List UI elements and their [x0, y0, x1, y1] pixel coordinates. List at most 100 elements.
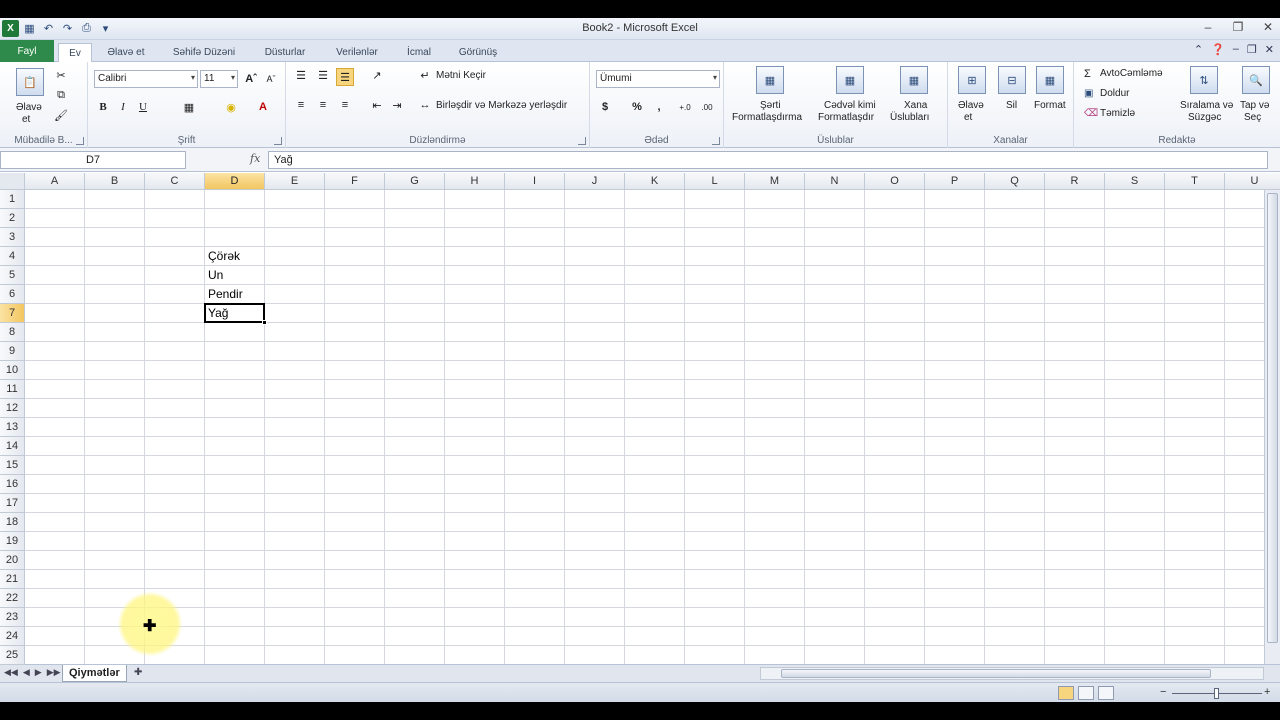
align-middle-icon[interactable]: ☰: [314, 66, 332, 84]
paste-icon[interactable]: 📋: [16, 68, 44, 96]
prev-sheet-icon[interactable]: ◀: [23, 667, 30, 678]
doc-restore-icon[interactable]: ❐: [1247, 43, 1257, 56]
row-header-5[interactable]: 5: [0, 266, 25, 285]
next-sheet-icon[interactable]: ▶: [35, 667, 42, 678]
conditional-formatting-label-1[interactable]: Şərti: [760, 100, 781, 111]
underline-button[interactable]: U: [134, 98, 152, 116]
row-header-22[interactable]: 22: [0, 589, 25, 608]
row-header-9[interactable]: 9: [0, 342, 25, 361]
column-header-d[interactable]: D: [205, 173, 265, 190]
column-header-q[interactable]: Q: [985, 173, 1045, 190]
format-cells-button[interactable]: Format: [1034, 100, 1066, 111]
row-header-11[interactable]: 11: [0, 380, 25, 399]
column-header-o[interactable]: O: [865, 173, 925, 190]
merge-center-button[interactable]: Birləşdir və Mərkəzə yerləşdir: [436, 100, 567, 111]
insert-cells-label-2[interactable]: et: [964, 112, 972, 123]
column-header-i[interactable]: I: [505, 173, 565, 190]
wrap-text-button[interactable]: Mətni Keçir: [436, 70, 486, 81]
cut-icon[interactable]: ✂: [52, 66, 70, 84]
close-icon[interactable]: ✕: [1260, 20, 1276, 34]
vertical-scroll-thumb[interactable]: [1267, 193, 1278, 643]
row-header-15[interactable]: 15: [0, 456, 25, 475]
conditional-formatting-icon[interactable]: ▦: [756, 66, 784, 94]
page-layout-view-icon[interactable]: [1078, 686, 1094, 700]
select-all-button[interactable]: [0, 173, 25, 190]
row-header-23[interactable]: 23: [0, 608, 25, 627]
percent-button[interactable]: %: [628, 98, 646, 116]
shrink-font-icon[interactable]: Aˇ: [262, 70, 280, 88]
row-header-20[interactable]: 20: [0, 551, 25, 570]
bold-button[interactable]: B: [94, 98, 112, 116]
column-header-b[interactable]: B: [85, 173, 145, 190]
row-header-16[interactable]: 16: [0, 475, 25, 494]
tab-review[interactable]: İcmal: [398, 43, 440, 62]
increase-indent-icon[interactable]: ⇥: [388, 96, 406, 114]
sort-filter-label-2[interactable]: Süzgəc: [1188, 112, 1221, 123]
column-header-h[interactable]: H: [445, 173, 505, 190]
borders-icon[interactable]: ▦: [180, 98, 198, 116]
formula-input[interactable]: Yağ: [268, 151, 1268, 169]
name-box[interactable]: D7: [0, 151, 186, 169]
format-as-table-label-1[interactable]: Cədvəl kimi: [824, 100, 876, 111]
sort-filter-label-1[interactable]: Sıralama və: [1180, 100, 1233, 111]
restore-icon[interactable]: ❐: [1230, 20, 1246, 34]
column-header-e[interactable]: E: [265, 173, 325, 190]
column-header-m[interactable]: M: [745, 173, 805, 190]
row-header-6[interactable]: 6: [0, 285, 25, 304]
find-select-label-1[interactable]: Tap və: [1240, 100, 1269, 111]
number-format-select[interactable]: Ümumi ▾: [596, 70, 720, 88]
row-header-25[interactable]: 25: [0, 646, 25, 665]
help-icon[interactable]: ❓: [1211, 43, 1225, 56]
column-header-n[interactable]: N: [805, 173, 865, 190]
font-size-select[interactable]: 11 ▾: [200, 70, 238, 88]
italic-button[interactable]: I: [114, 98, 132, 116]
row-header-13[interactable]: 13: [0, 418, 25, 437]
first-sheet-icon[interactable]: ◀◀: [4, 667, 18, 678]
doc-close-icon[interactable]: ✕: [1265, 43, 1274, 56]
find-icon[interactable]: 🔍: [1242, 66, 1270, 94]
increase-decimal-icon[interactable]: +.0: [676, 98, 694, 116]
decrease-indent-icon[interactable]: ⇤: [368, 96, 386, 114]
delete-cells-button[interactable]: Sil: [1006, 100, 1017, 111]
row-header-8[interactable]: 8: [0, 323, 25, 342]
cell-d4[interactable]: Çörək: [205, 247, 265, 266]
fill-icon[interactable]: ▣: [1084, 88, 1093, 99]
cell-d5[interactable]: Un: [205, 266, 265, 285]
merge-center-icon[interactable]: ↔: [416, 96, 434, 114]
sum-icon[interactable]: Σ: [1084, 68, 1091, 80]
zoom-knob[interactable]: [1214, 688, 1219, 699]
sort-icon[interactable]: ⇅: [1190, 66, 1218, 94]
font-color-icon[interactable]: A: [254, 98, 272, 116]
zoom-out-icon[interactable]: −: [1160, 686, 1166, 698]
find-select-label-2[interactable]: Seç: [1244, 112, 1261, 123]
autosum-button[interactable]: AvtoCəmləmə: [1100, 68, 1163, 79]
column-header-p[interactable]: P: [925, 173, 985, 190]
row-header-2[interactable]: 2: [0, 209, 25, 228]
row-header-17[interactable]: 17: [0, 494, 25, 513]
horizontal-scroll-thumb[interactable]: [781, 669, 1211, 678]
row-header-14[interactable]: 14: [0, 437, 25, 456]
font-launcher[interactable]: [274, 137, 282, 145]
normal-view-icon[interactable]: [1058, 686, 1074, 700]
row-header-19[interactable]: 19: [0, 532, 25, 551]
cell-d6[interactable]: Pendir: [205, 285, 265, 304]
format-as-table-label-2[interactable]: Formatlaşdır: [818, 112, 874, 123]
align-right-icon[interactable]: ≡: [336, 96, 354, 114]
insert-function-button[interactable]: fx: [250, 152, 260, 165]
tab-view[interactable]: Görünüş: [448, 43, 508, 62]
font-name-select[interactable]: Calibri ▾: [94, 70, 198, 88]
doc-minimize-icon[interactable]: –: [1233, 43, 1239, 56]
decrease-decimal-icon[interactable]: .00: [698, 98, 716, 116]
vertical-scrollbar[interactable]: [1264, 173, 1280, 664]
fill-handle[interactable]: [262, 320, 267, 325]
column-header-s[interactable]: S: [1105, 173, 1165, 190]
cell-grid[interactable]: Çörək Un Pendir Yağ: [25, 190, 1264, 664]
row-header-4[interactable]: 4: [0, 247, 25, 266]
cell-styles-icon[interactable]: ▦: [900, 66, 928, 94]
column-header-c[interactable]: C: [145, 173, 205, 190]
clear-button[interactable]: Təmizlə: [1100, 108, 1135, 119]
copy-icon[interactable]: ⧉: [52, 86, 70, 104]
column-header-j[interactable]: J: [565, 173, 625, 190]
row-header-7[interactable]: 7: [0, 304, 25, 323]
row-header-1[interactable]: 1: [0, 190, 25, 209]
